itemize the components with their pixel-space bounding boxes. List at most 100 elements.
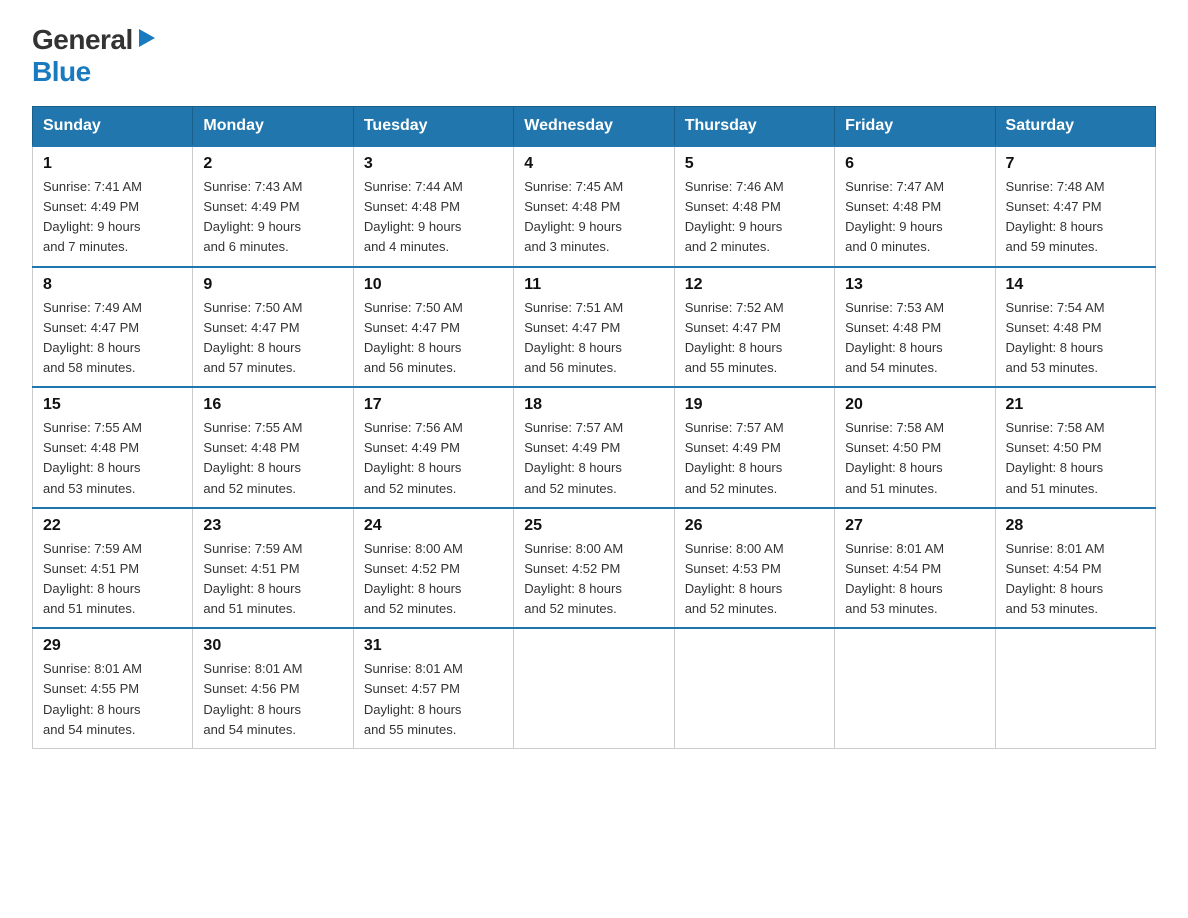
calendar-cell: 4 Sunrise: 7:45 AMSunset: 4:48 PMDayligh… <box>514 146 674 267</box>
calendar-header-wednesday: Wednesday <box>514 107 674 147</box>
day-info: Sunrise: 8:01 AMSunset: 4:54 PMDaylight:… <box>1006 539 1145 620</box>
day-info: Sunrise: 7:58 AMSunset: 4:50 PMDaylight:… <box>1006 418 1145 499</box>
day-number: 28 <box>1006 517 1145 535</box>
calendar-cell: 26 Sunrise: 8:00 AMSunset: 4:53 PMDaylig… <box>674 508 834 629</box>
calendar-cell: 18 Sunrise: 7:57 AMSunset: 4:49 PMDaylig… <box>514 387 674 508</box>
day-info: Sunrise: 7:47 AMSunset: 4:48 PMDaylight:… <box>845 177 984 258</box>
calendar-cell: 15 Sunrise: 7:55 AMSunset: 4:48 PMDaylig… <box>33 387 193 508</box>
day-info: Sunrise: 7:54 AMSunset: 4:48 PMDaylight:… <box>1006 298 1145 379</box>
calendar-cell: 6 Sunrise: 7:47 AMSunset: 4:48 PMDayligh… <box>835 146 995 267</box>
day-info: Sunrise: 7:49 AMSunset: 4:47 PMDaylight:… <box>43 298 182 379</box>
calendar-cell: 3 Sunrise: 7:44 AMSunset: 4:48 PMDayligh… <box>353 146 513 267</box>
day-number: 22 <box>43 517 182 535</box>
calendar-cell: 24 Sunrise: 8:00 AMSunset: 4:52 PMDaylig… <box>353 508 513 629</box>
day-info: Sunrise: 7:43 AMSunset: 4:49 PMDaylight:… <box>203 177 342 258</box>
day-info: Sunrise: 8:00 AMSunset: 4:52 PMDaylight:… <box>364 539 503 620</box>
calendar-cell: 5 Sunrise: 7:46 AMSunset: 4:48 PMDayligh… <box>674 146 834 267</box>
calendar-cell <box>674 628 834 748</box>
day-number: 31 <box>364 637 503 655</box>
day-info: Sunrise: 8:01 AMSunset: 4:55 PMDaylight:… <box>43 659 182 740</box>
day-info: Sunrise: 7:57 AMSunset: 4:49 PMDaylight:… <box>524 418 663 499</box>
day-info: Sunrise: 7:50 AMSunset: 4:47 PMDaylight:… <box>364 298 503 379</box>
day-number: 11 <box>524 276 663 294</box>
day-info: Sunrise: 7:41 AMSunset: 4:49 PMDaylight:… <box>43 177 182 258</box>
calendar-cell: 13 Sunrise: 7:53 AMSunset: 4:48 PMDaylig… <box>835 267 995 388</box>
day-number: 18 <box>524 396 663 414</box>
day-number: 14 <box>1006 276 1145 294</box>
day-info: Sunrise: 7:52 AMSunset: 4:47 PMDaylight:… <box>685 298 824 379</box>
calendar-week-row: 1 Sunrise: 7:41 AMSunset: 4:49 PMDayligh… <box>33 146 1156 267</box>
calendar-cell: 25 Sunrise: 8:00 AMSunset: 4:52 PMDaylig… <box>514 508 674 629</box>
day-info: Sunrise: 7:53 AMSunset: 4:48 PMDaylight:… <box>845 298 984 379</box>
day-number: 20 <box>845 396 984 414</box>
day-number: 5 <box>685 155 824 173</box>
logo-blue-text: Blue <box>32 56 91 87</box>
day-info: Sunrise: 8:01 AMSunset: 4:56 PMDaylight:… <box>203 659 342 740</box>
calendar-header-row: SundayMondayTuesdayWednesdayThursdayFrid… <box>33 107 1156 147</box>
calendar-header-friday: Friday <box>835 107 995 147</box>
calendar-cell: 10 Sunrise: 7:50 AMSunset: 4:47 PMDaylig… <box>353 267 513 388</box>
calendar-cell: 19 Sunrise: 7:57 AMSunset: 4:49 PMDaylig… <box>674 387 834 508</box>
calendar-cell: 30 Sunrise: 8:01 AMSunset: 4:56 PMDaylig… <box>193 628 353 748</box>
day-info: Sunrise: 8:00 AMSunset: 4:52 PMDaylight:… <box>524 539 663 620</box>
day-info: Sunrise: 7:55 AMSunset: 4:48 PMDaylight:… <box>43 418 182 499</box>
day-number: 23 <box>203 517 342 535</box>
calendar-header-thursday: Thursday <box>674 107 834 147</box>
day-number: 15 <box>43 396 182 414</box>
calendar-cell: 31 Sunrise: 8:01 AMSunset: 4:57 PMDaylig… <box>353 628 513 748</box>
day-info: Sunrise: 7:51 AMSunset: 4:47 PMDaylight:… <box>524 298 663 379</box>
calendar-cell: 22 Sunrise: 7:59 AMSunset: 4:51 PMDaylig… <box>33 508 193 629</box>
calendar-cell: 23 Sunrise: 7:59 AMSunset: 4:51 PMDaylig… <box>193 508 353 629</box>
calendar-cell: 16 Sunrise: 7:55 AMSunset: 4:48 PMDaylig… <box>193 387 353 508</box>
day-number: 24 <box>364 517 503 535</box>
day-info: Sunrise: 7:59 AMSunset: 4:51 PMDaylight:… <box>203 539 342 620</box>
calendar-cell <box>835 628 995 748</box>
calendar-cell: 27 Sunrise: 8:01 AMSunset: 4:54 PMDaylig… <box>835 508 995 629</box>
day-number: 10 <box>364 276 503 294</box>
calendar-header-saturday: Saturday <box>995 107 1155 147</box>
header: General Blue <box>32 24 1156 88</box>
day-info: Sunrise: 8:01 AMSunset: 4:57 PMDaylight:… <box>364 659 503 740</box>
day-number: 8 <box>43 276 182 294</box>
logo-general-text: General <box>32 24 133 56</box>
calendar-header-sunday: Sunday <box>33 107 193 147</box>
day-number: 27 <box>845 517 984 535</box>
day-number: 13 <box>845 276 984 294</box>
day-number: 29 <box>43 637 182 655</box>
calendar-header-monday: Monday <box>193 107 353 147</box>
day-info: Sunrise: 7:44 AMSunset: 4:48 PMDaylight:… <box>364 177 503 258</box>
day-info: Sunrise: 7:58 AMSunset: 4:50 PMDaylight:… <box>845 418 984 499</box>
calendar-cell: 8 Sunrise: 7:49 AMSunset: 4:47 PMDayligh… <box>33 267 193 388</box>
calendar-cell: 14 Sunrise: 7:54 AMSunset: 4:48 PMDaylig… <box>995 267 1155 388</box>
calendar-cell: 20 Sunrise: 7:58 AMSunset: 4:50 PMDaylig… <box>835 387 995 508</box>
day-number: 26 <box>685 517 824 535</box>
calendar-cell: 9 Sunrise: 7:50 AMSunset: 4:47 PMDayligh… <box>193 267 353 388</box>
calendar-cell: 7 Sunrise: 7:48 AMSunset: 4:47 PMDayligh… <box>995 146 1155 267</box>
day-number: 21 <box>1006 396 1145 414</box>
day-number: 2 <box>203 155 342 173</box>
calendar-week-row: 22 Sunrise: 7:59 AMSunset: 4:51 PMDaylig… <box>33 508 1156 629</box>
logo: General Blue <box>32 24 157 88</box>
calendar-header-tuesday: Tuesday <box>353 107 513 147</box>
day-info: Sunrise: 7:55 AMSunset: 4:48 PMDaylight:… <box>203 418 342 499</box>
calendar-cell: 17 Sunrise: 7:56 AMSunset: 4:49 PMDaylig… <box>353 387 513 508</box>
day-number: 16 <box>203 396 342 414</box>
day-number: 30 <box>203 637 342 655</box>
calendar-table: SundayMondayTuesdayWednesdayThursdayFrid… <box>32 106 1156 749</box>
day-info: Sunrise: 7:46 AMSunset: 4:48 PMDaylight:… <box>685 177 824 258</box>
day-info: Sunrise: 8:00 AMSunset: 4:53 PMDaylight:… <box>685 539 824 620</box>
calendar-cell: 1 Sunrise: 7:41 AMSunset: 4:49 PMDayligh… <box>33 146 193 267</box>
day-number: 4 <box>524 155 663 173</box>
calendar-cell: 2 Sunrise: 7:43 AMSunset: 4:49 PMDayligh… <box>193 146 353 267</box>
day-number: 17 <box>364 396 503 414</box>
day-number: 19 <box>685 396 824 414</box>
day-info: Sunrise: 7:45 AMSunset: 4:48 PMDaylight:… <box>524 177 663 258</box>
day-info: Sunrise: 7:59 AMSunset: 4:51 PMDaylight:… <box>43 539 182 620</box>
day-number: 25 <box>524 517 663 535</box>
day-info: Sunrise: 8:01 AMSunset: 4:54 PMDaylight:… <box>845 539 984 620</box>
calendar-cell <box>514 628 674 748</box>
day-number: 3 <box>364 155 503 173</box>
calendar-cell: 11 Sunrise: 7:51 AMSunset: 4:47 PMDaylig… <box>514 267 674 388</box>
day-info: Sunrise: 7:50 AMSunset: 4:47 PMDaylight:… <box>203 298 342 379</box>
calendar-cell: 28 Sunrise: 8:01 AMSunset: 4:54 PMDaylig… <box>995 508 1155 629</box>
